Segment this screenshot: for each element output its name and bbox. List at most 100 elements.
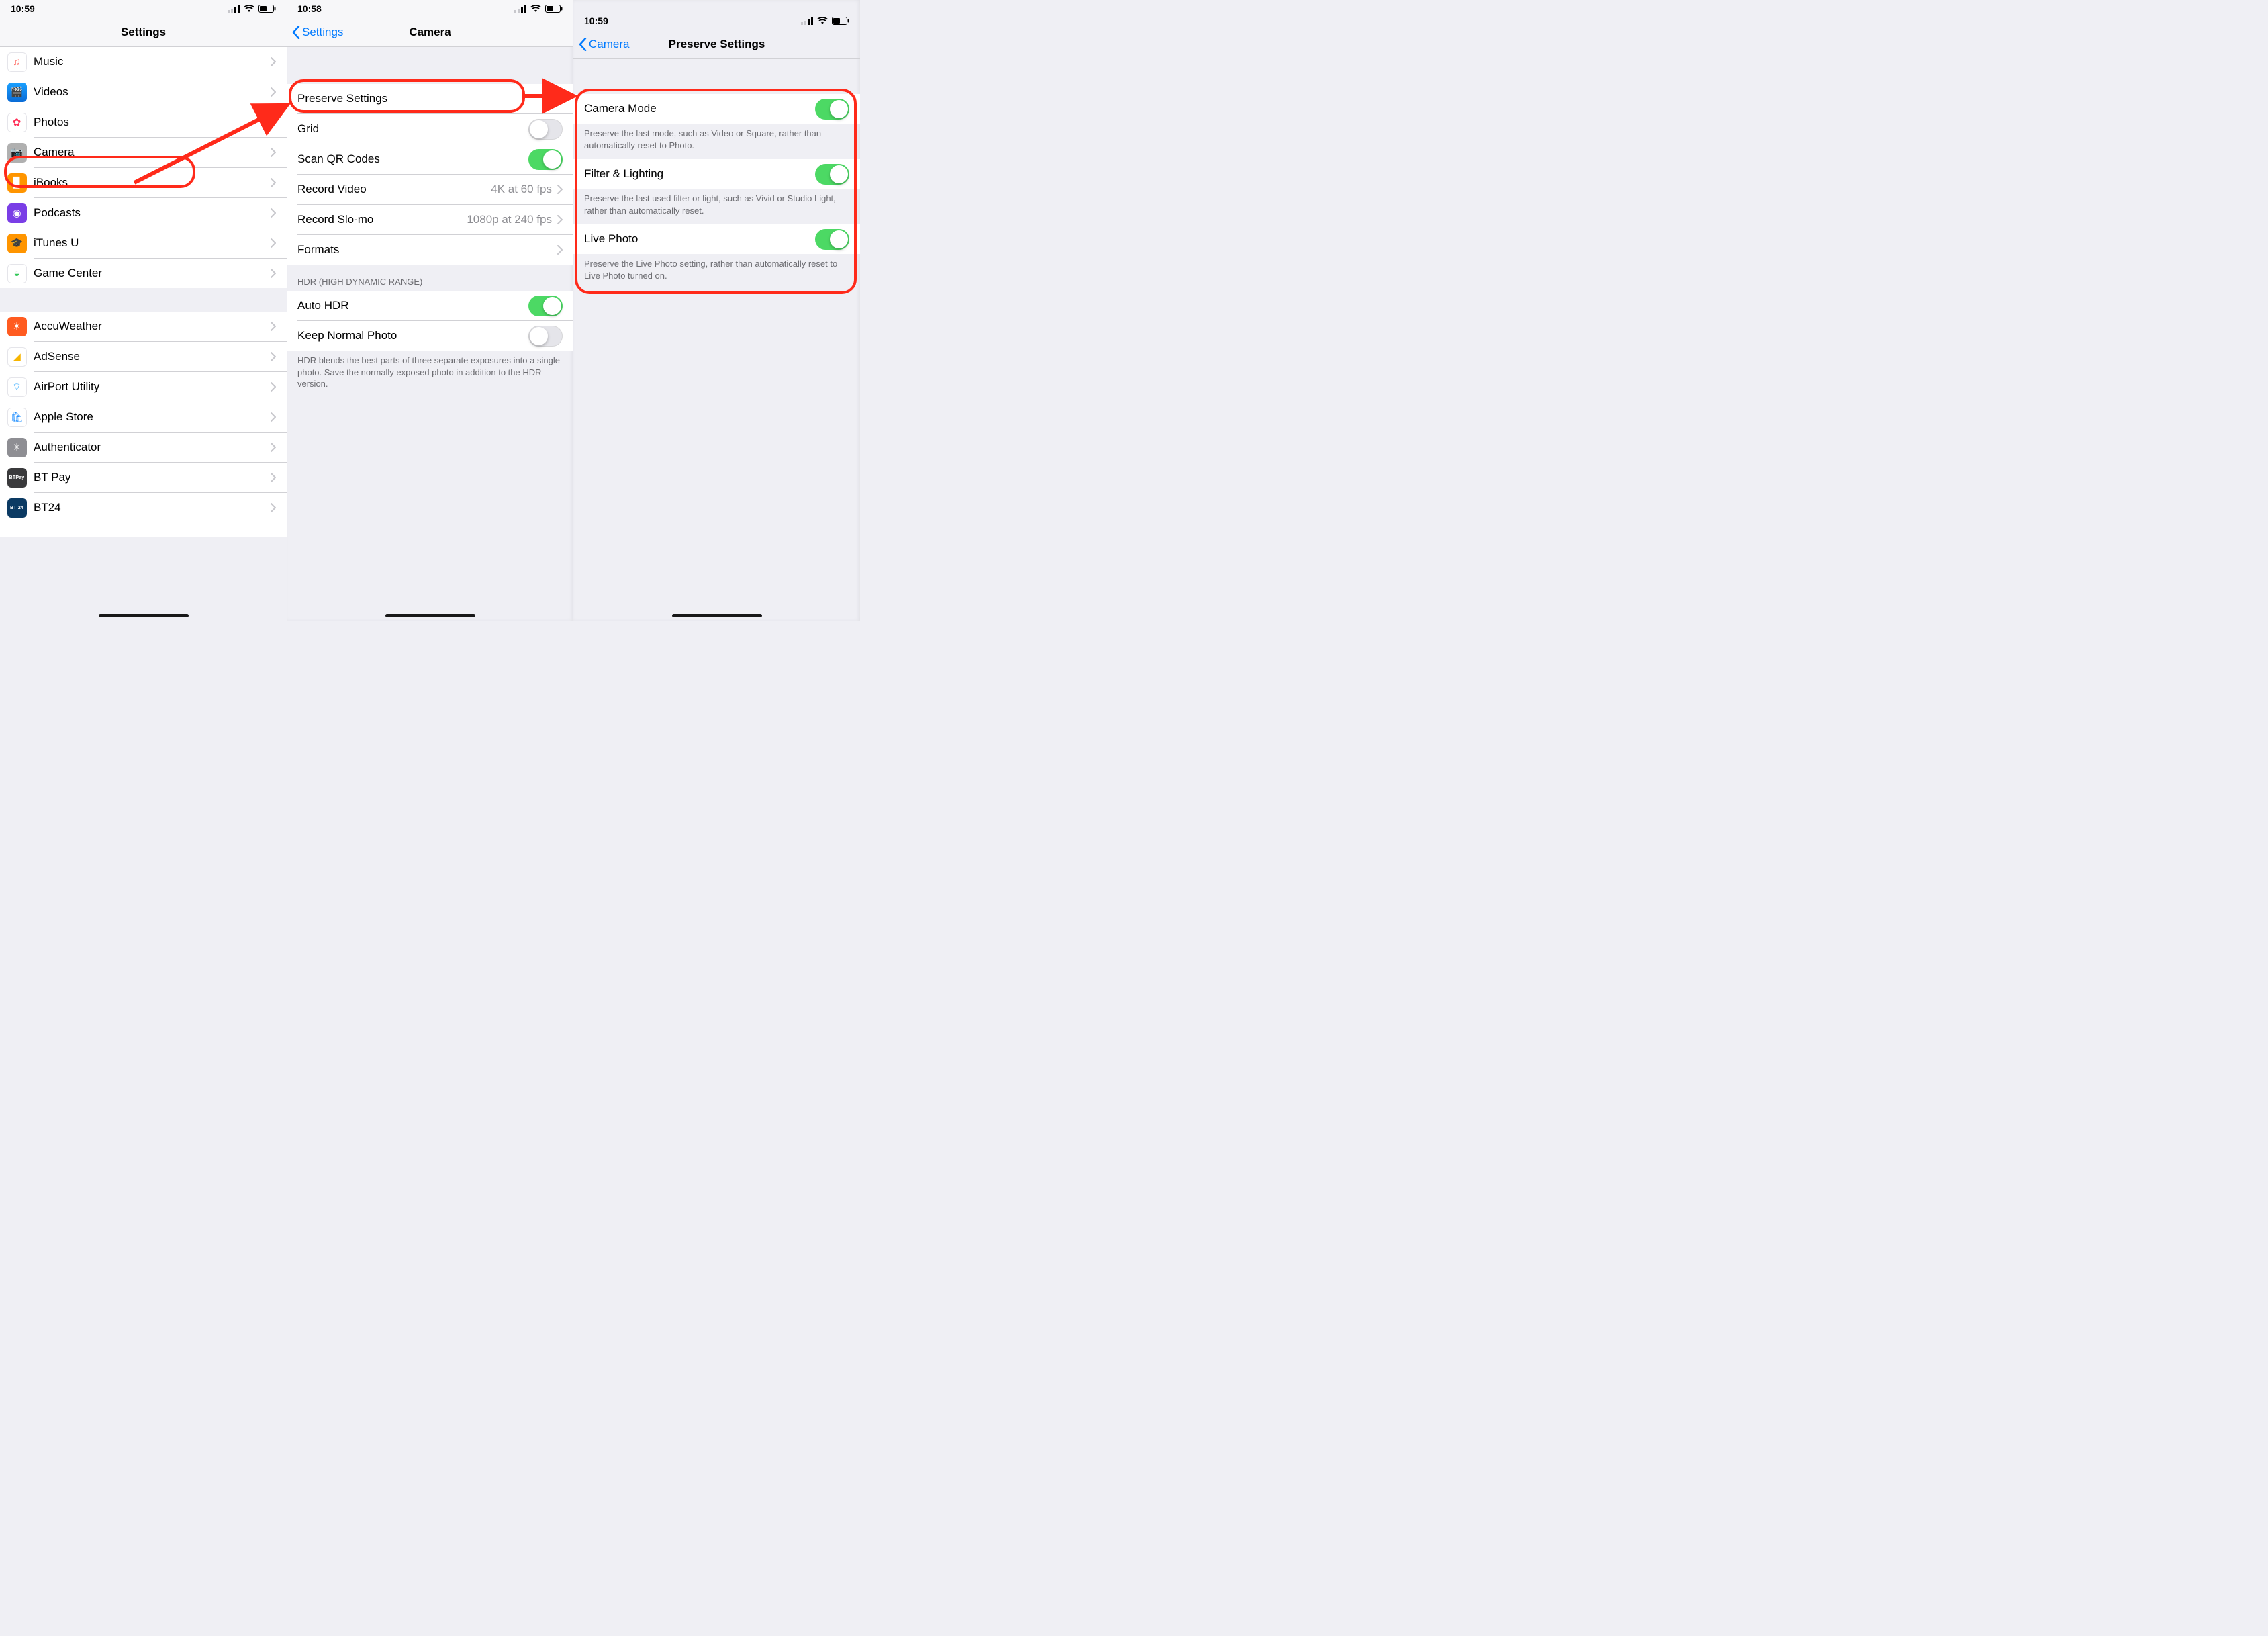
- page-title: Preserve Settings: [669, 38, 765, 51]
- row-label: Music: [34, 55, 271, 69]
- app-icon: 📷: [7, 143, 27, 163]
- row-label: Scan QR Codes: [287, 152, 528, 166]
- toggle-switch[interactable]: [815, 99, 849, 120]
- back-button[interactable]: Settings: [292, 17, 343, 46]
- home-indicator[interactable]: [672, 614, 762, 617]
- app-icon: ⌔: [7, 377, 27, 397]
- app-icon: ◢: [7, 347, 27, 367]
- row-label: AdSense: [34, 350, 271, 363]
- status-bar: 10:58: [287, 0, 573, 17]
- camera-row-scan-qr-codes[interactable]: Scan QR Codes: [287, 144, 573, 174]
- chevron-right-icon: [271, 178, 276, 187]
- settings-row-camera[interactable]: 📷 Camera: [0, 138, 287, 167]
- settings-row-game-center[interactable]: ◒Game Center: [0, 259, 287, 288]
- row-label: Filter & Lighting: [573, 167, 815, 181]
- toggle-switch[interactable]: [528, 149, 563, 170]
- navbar-preserve: Camera Preserve Settings: [573, 30, 860, 59]
- chevron-right-icon: [271, 473, 276, 482]
- row-label: Game Center: [34, 267, 271, 280]
- settings-row-adsense[interactable]: ◢ AdSense: [0, 342, 287, 371]
- row-label: Grid: [287, 122, 528, 136]
- phone-preserve-settings: 10:59 Camera Preserve Settings Camera Mo…: [573, 0, 860, 621]
- chevron-right-icon: [557, 215, 563, 224]
- settings-row-bt24[interactable]: BT 24BT24: [0, 493, 287, 522]
- camera-row-preserve-settings[interactable]: Preserve Settings: [287, 84, 573, 113]
- settings-row-podcasts[interactable]: ◉ Podcasts: [0, 198, 287, 228]
- home-indicator[interactable]: [99, 614, 189, 617]
- wifi-icon: [530, 5, 541, 13]
- row-label: BT Pay: [34, 471, 271, 484]
- toggle-switch[interactable]: [815, 229, 849, 250]
- row-label: Camera Mode: [573, 102, 815, 116]
- status-bar: 10:59: [0, 0, 287, 17]
- camera-row-grid[interactable]: Grid: [287, 114, 573, 144]
- settings-row-photos[interactable]: ✿Photos: [0, 107, 287, 137]
- phone-settings-root: 10:59 Settings ♫ Music 🎬 Videos ✿Photos 📷 Came…: [0, 0, 287, 621]
- hdr-row-keep-normal-photo[interactable]: Keep Normal Photo: [287, 321, 573, 351]
- navbar-settings: Settings: [0, 17, 287, 47]
- toggle-switch[interactable]: [528, 326, 563, 347]
- row-label: Videos: [34, 85, 271, 99]
- app-icon: 🛍: [7, 408, 27, 427]
- settings-row-airport-utility[interactable]: ⌔AirPort Utility: [0, 372, 287, 402]
- settings-row-music[interactable]: ♫ Music: [0, 47, 287, 77]
- chevron-right-icon: [271, 503, 276, 512]
- app-icon: ☀: [7, 317, 27, 336]
- row-label: Apple Store: [34, 410, 271, 424]
- hdr-row-auto-hdr[interactable]: Auto HDR: [287, 291, 573, 320]
- status-icons: [228, 5, 276, 13]
- settings-row-ibooks[interactable]: ▉iBooks: [0, 168, 287, 197]
- row-label: iBooks: [34, 176, 271, 189]
- settings-row-apple-store[interactable]: 🛍 Apple Store: [0, 402, 287, 432]
- settings-row-bt-pay[interactable]: BTPay BT Pay: [0, 463, 287, 492]
- app-icon: BT 24: [7, 498, 27, 518]
- chevron-right-icon: [271, 208, 276, 218]
- chevron-right-icon: [271, 118, 276, 127]
- app-icon: 🎓: [7, 234, 27, 253]
- row-label: Formats: [287, 243, 557, 257]
- row-label: Podcasts: [34, 206, 271, 220]
- settings-row-videos[interactable]: 🎬 Videos: [0, 77, 287, 107]
- chevron-right-icon: [557, 185, 563, 194]
- row-footer: Preserve the last mode, such as Video or…: [573, 124, 860, 159]
- camera-row-record-video[interactable]: Record Video4K at 60 fps: [287, 175, 573, 204]
- toggle-switch[interactable]: [528, 119, 563, 140]
- home-indicator[interactable]: [385, 614, 475, 617]
- list-peek: [0, 522, 287, 537]
- row-footer: Preserve the last used filter or light, …: [573, 189, 860, 224]
- wifi-icon: [244, 5, 254, 13]
- battery-icon: [832, 17, 849, 25]
- camera-row-record-slo-mo[interactable]: Record Slo-mo1080p at 240 fps: [287, 205, 573, 234]
- row-label: AccuWeather: [34, 320, 271, 333]
- settings-row-itunes-u[interactable]: 🎓iTunes U: [0, 228, 287, 258]
- settings-row-authenticator[interactable]: ✳Authenticator: [0, 433, 287, 462]
- app-icon: ◉: [7, 203, 27, 223]
- chevron-right-icon: [271, 322, 276, 331]
- chevron-left-icon: [579, 38, 587, 51]
- row-label: Record Slo-mo: [287, 213, 467, 226]
- wifi-icon: [817, 17, 828, 25]
- app-icon: ♫: [7, 52, 27, 72]
- chevron-right-icon: [271, 238, 276, 248]
- camera-row-formats[interactable]: Formats: [287, 235, 573, 265]
- settings-row-accuweather[interactable]: ☀ AccuWeather: [0, 312, 287, 341]
- preserve-row-live-photo[interactable]: Live Photo: [573, 224, 860, 254]
- cellular-icon: [801, 17, 813, 25]
- app-icon: 🎬: [7, 83, 27, 102]
- preserve-row-filter-lighting[interactable]: Filter & Lighting: [573, 159, 860, 189]
- chevron-right-icon: [557, 94, 563, 103]
- row-value: 1080p at 240 fps: [467, 213, 552, 226]
- row-label: Camera: [34, 146, 271, 159]
- phone-camera-settings: 10:58 Settings Camera Preserve Settings G…: [287, 0, 573, 621]
- row-label: Live Photo: [573, 232, 815, 246]
- status-time: 10:59: [584, 15, 608, 26]
- chevron-right-icon: [271, 443, 276, 452]
- row-label: Auto HDR: [287, 299, 528, 312]
- toggle-switch[interactable]: [528, 296, 563, 316]
- preserve-row-camera-mode[interactable]: Camera Mode: [573, 94, 860, 124]
- status-bar: 10:59: [573, 12, 860, 30]
- navbar-camera: Settings Camera: [287, 17, 573, 47]
- app-icon: BTPay: [7, 468, 27, 488]
- toggle-switch[interactable]: [815, 164, 849, 185]
- back-button[interactable]: Camera: [579, 30, 629, 58]
